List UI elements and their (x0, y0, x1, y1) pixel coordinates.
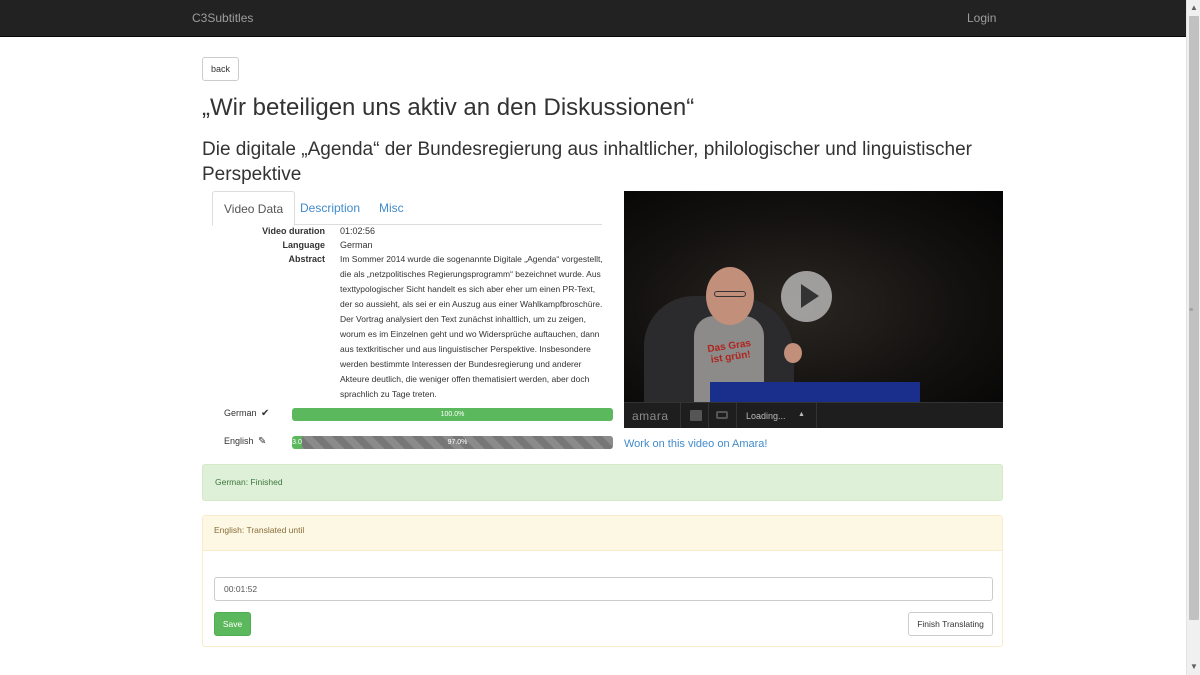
german-progress-bar: 100.0% (292, 408, 613, 421)
play-icon[interactable] (781, 271, 832, 322)
video-frame[interactable]: Das Gras ist grün! (624, 191, 1003, 402)
german-language-label: German (224, 408, 257, 418)
speaker-glasses-image (714, 291, 746, 297)
scroll-thumb[interactable] (1189, 16, 1199, 620)
english-progress-done: 3.0 (292, 436, 302, 449)
checkmark-icon: ✔ (261, 408, 270, 419)
controls-divider (736, 403, 737, 428)
english-progress-remaining: 97.0% (302, 436, 613, 449)
controls-divider (680, 403, 681, 428)
duration-value: 01:02:56 (340, 226, 376, 236)
podium-image (710, 382, 920, 402)
amara-logo[interactable]: amara (632, 409, 669, 423)
scroll-down-arrow-icon[interactable]: ▼ (1189, 661, 1199, 673)
scroll-grip-icon: ≡ (1189, 307, 1194, 314)
german-status-alert: German: Finished (202, 464, 1003, 501)
tab-description[interactable]: Description (289, 191, 371, 225)
tab-misc[interactable]: Misc (368, 191, 415, 225)
amara-link[interactable]: Work on this video on Amara! (624, 438, 767, 450)
video-info-tabs: Video Data Description Misc (212, 191, 602, 226)
language-value: German (340, 240, 373, 250)
german-progress-label: German ✔ (224, 408, 269, 419)
tab-video-data[interactable]: Video Data (212, 191, 296, 226)
navbar: C3Subtitles Login (0, 0, 1186, 37)
german-progress-done: 100.0% (292, 408, 613, 421)
video-player[interactable]: Das Gras ist grün! amara Loading... ▲ (624, 191, 1003, 428)
back-button[interactable]: back (202, 57, 239, 81)
controls-divider (816, 403, 817, 428)
brand-link[interactable]: C3Subtitles (192, 11, 253, 25)
english-progress-bar: 3.0 97.0% (292, 436, 613, 449)
translated-until-input[interactable] (214, 577, 993, 601)
page-subtitle: Die digitale „Agenda“ der Bundesregierun… (202, 139, 972, 185)
english-language-label: English (224, 436, 254, 446)
subtitle-language-menu[interactable]: Loading... (746, 411, 786, 421)
page-scrollbar[interactable]: ▲ ≡ ▼ (1186, 0, 1200, 675)
abstract-text: Im Sommer 2014 wurde die sogenannte Digi… (340, 254, 603, 399)
speaker-hand-image (784, 343, 802, 363)
scroll-up-arrow-icon[interactable]: ▲ (1189, 2, 1199, 14)
page-title: „Wir beteiligen uns aktiv an den Diskuss… (202, 94, 695, 121)
transcript-icon[interactable] (690, 410, 702, 421)
subtitles-icon[interactable] (716, 411, 728, 419)
finish-translating-button[interactable]: Finish Translating (908, 612, 993, 636)
language-label: Language (282, 240, 325, 250)
save-button[interactable]: Save (214, 612, 251, 636)
login-link[interactable]: Login (967, 11, 996, 25)
english-progress-label: English ✎ (224, 436, 266, 447)
pencil-icon: ✎ (258, 436, 267, 447)
duration-label: Video duration (262, 226, 325, 236)
panel-heading: English: Translated until (203, 516, 1002, 551)
english-translation-panel: English: Translated until Save Finish Tr… (202, 515, 1003, 647)
video-controls-bar: amara Loading... ▲ (624, 402, 1003, 428)
controls-divider (708, 403, 709, 428)
abstract-label: Abstract (288, 254, 325, 264)
caret-up-icon[interactable]: ▲ (798, 411, 805, 418)
